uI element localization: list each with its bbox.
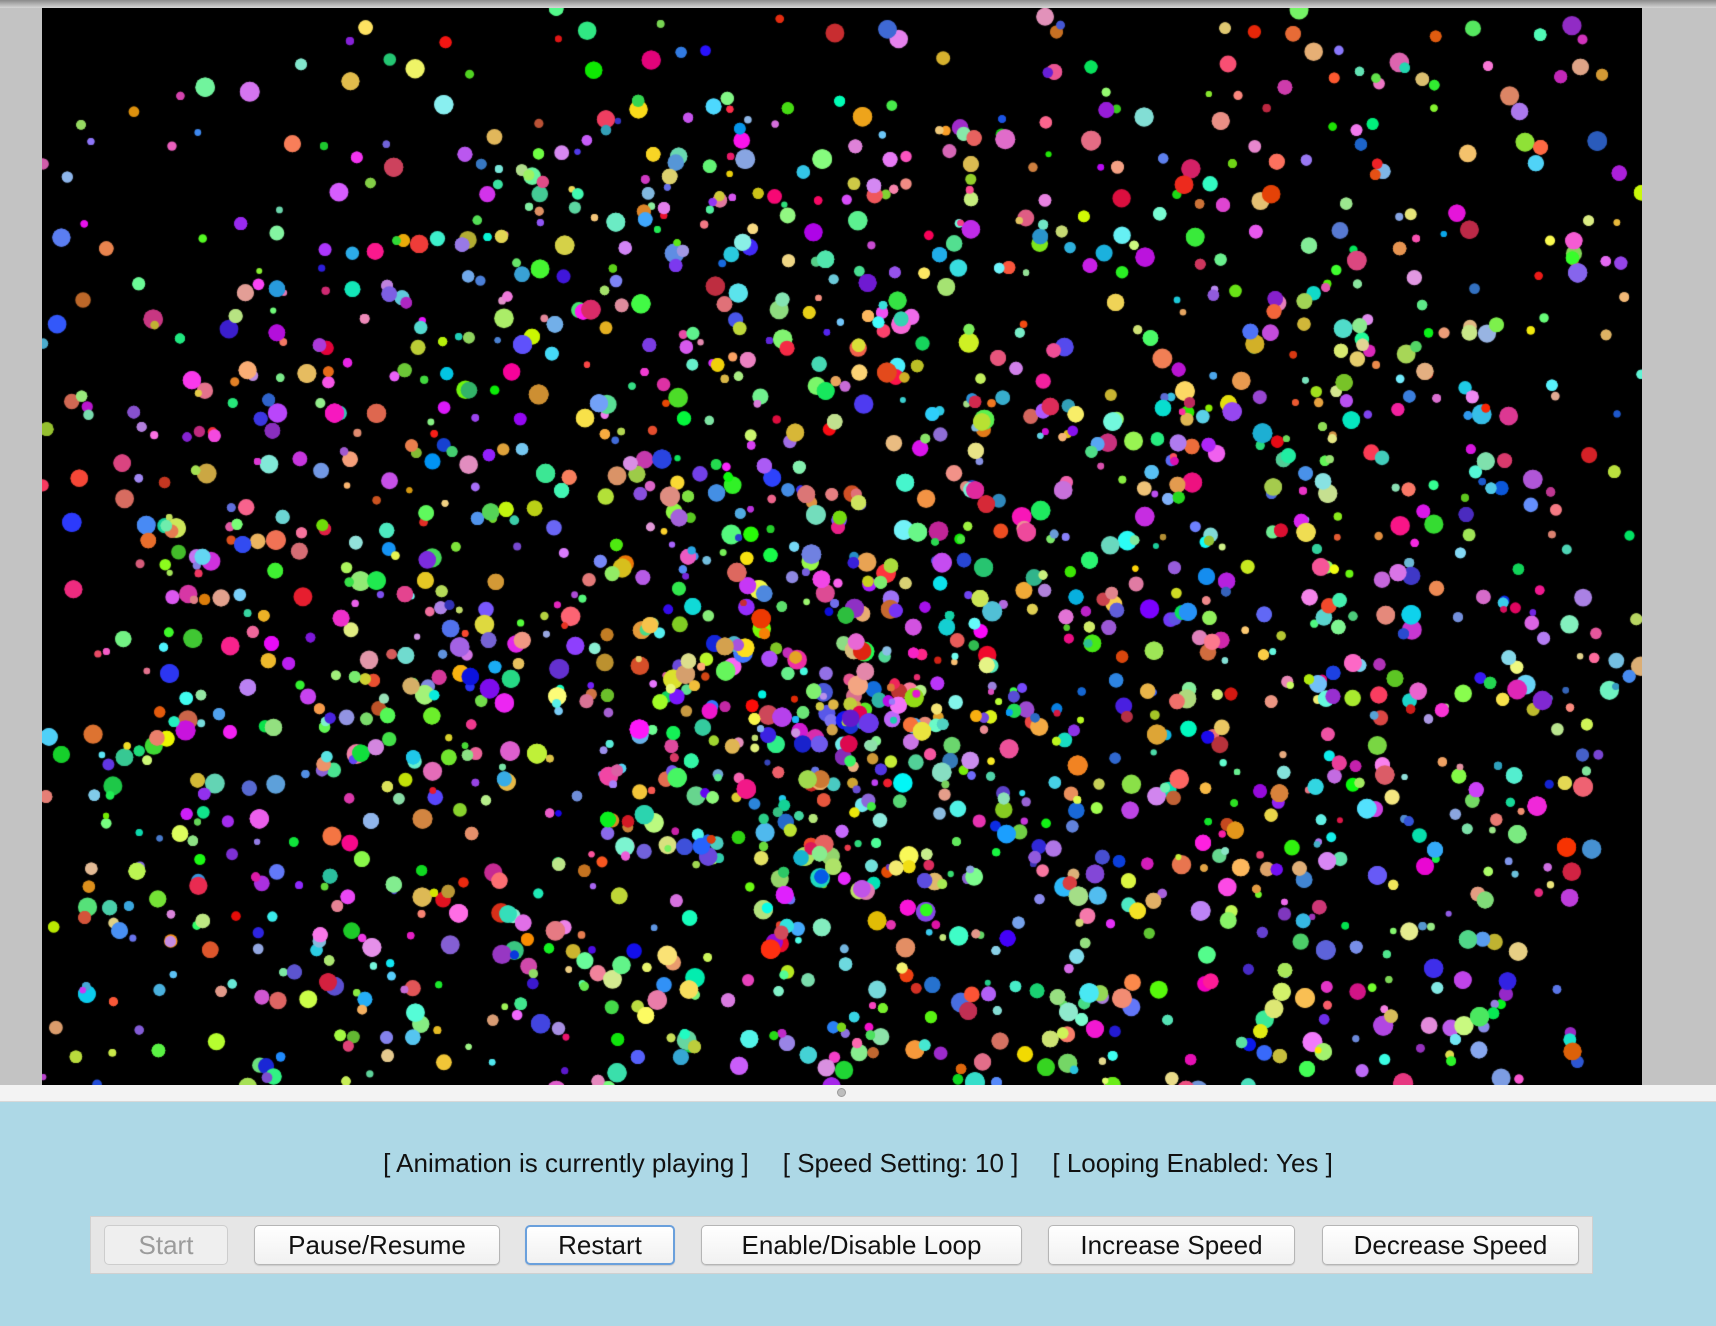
playback-status-text: [ Animation is currently playing ] [383, 1148, 749, 1178]
window-top-edge [0, 0, 1716, 8]
divider-grip-icon[interactable] [837, 1088, 846, 1097]
speed-setting-text: [ Speed Setting: 10 ] [782, 1148, 1019, 1178]
control-panel: [ Animation is currently playing ] [ Spee… [0, 1102, 1716, 1326]
status-line: [ Animation is currently playing ] [ Spee… [0, 1148, 1716, 1179]
animation-canvas-area [42, 8, 1642, 1085]
animation-window: [ Animation is currently playing ] [ Spee… [0, 0, 1716, 1326]
button-bar: Start Pause/Resume Restart Enable/Disabl… [90, 1216, 1593, 1274]
looping-status-text: [ Looping Enabled: Yes ] [1052, 1148, 1333, 1178]
increase-speed-button[interactable]: Increase Speed [1048, 1225, 1295, 1265]
pause-resume-button[interactable]: Pause/Resume [254, 1225, 500, 1265]
decrease-speed-button[interactable]: Decrease Speed [1322, 1225, 1579, 1265]
loop-toggle-button[interactable]: Enable/Disable Loop [701, 1225, 1022, 1265]
split-pane-divider[interactable] [0, 1085, 1716, 1102]
start-button[interactable]: Start [104, 1225, 228, 1265]
restart-button[interactable]: Restart [525, 1225, 675, 1265]
particle-animation-canvas [42, 8, 1642, 1085]
